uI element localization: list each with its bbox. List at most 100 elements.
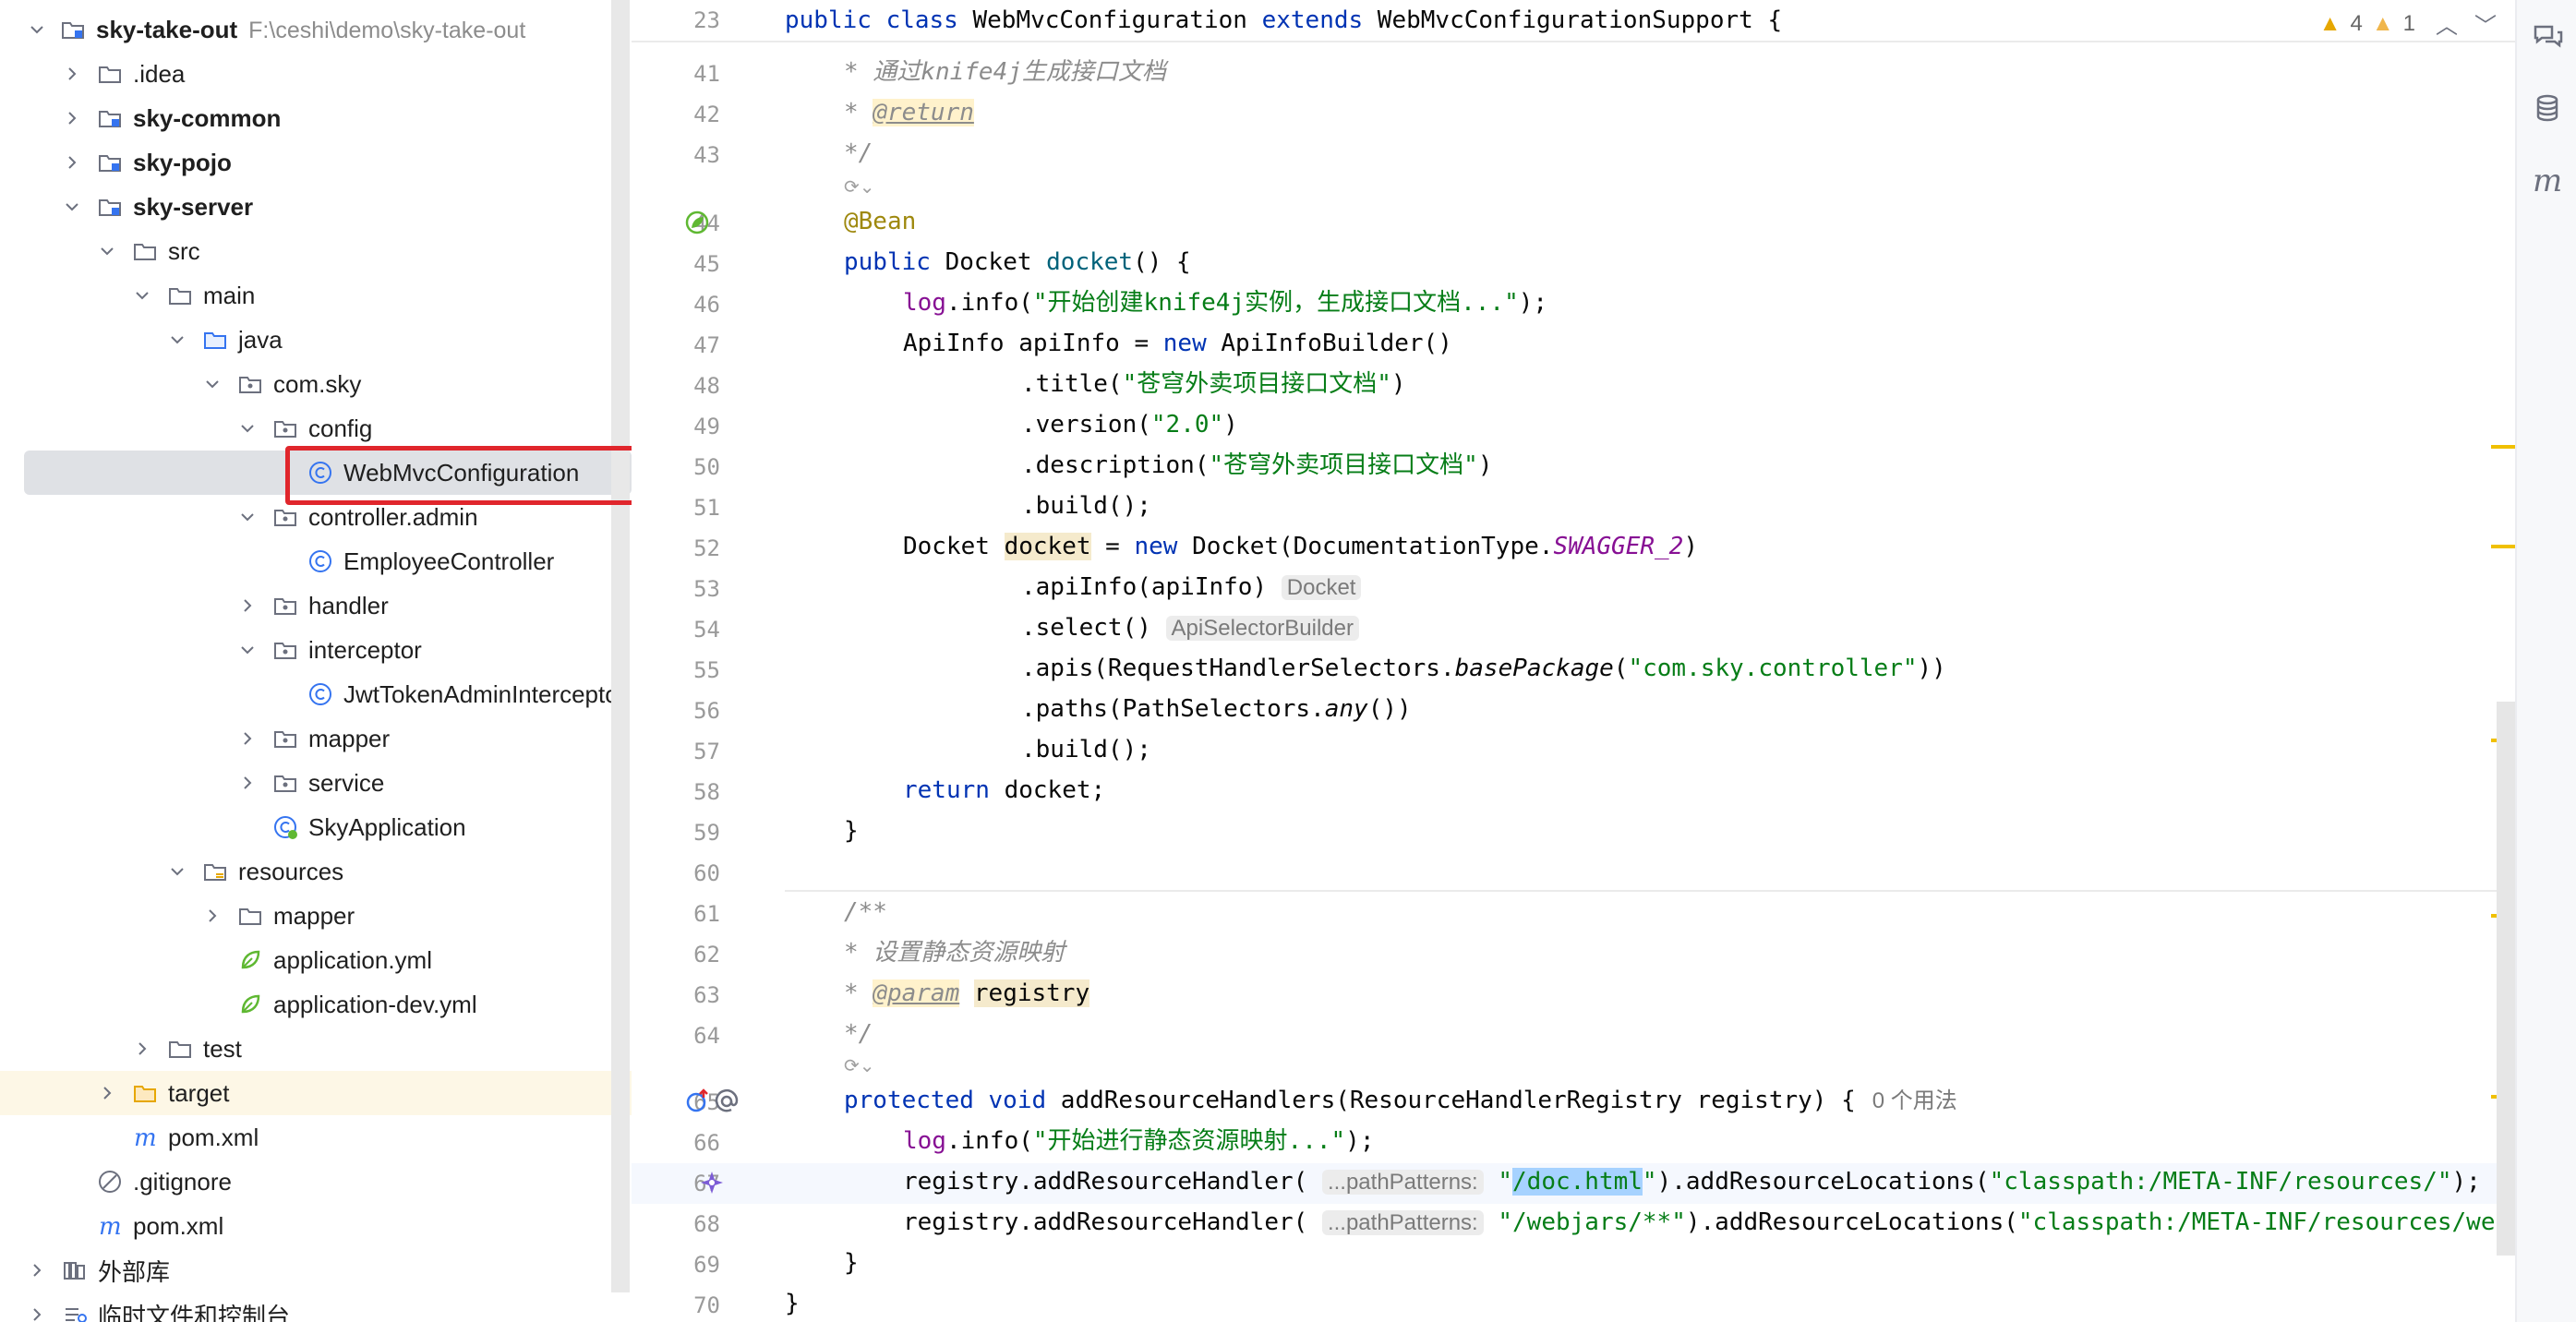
tree-item-java[interactable]: java: [0, 318, 632, 362]
code-line-44[interactable]: @Bean: [844, 201, 916, 242]
tree-item-com-sky[interactable]: com.sky: [0, 362, 632, 406]
tree-item-application-dev-yml[interactable]: application-dev.yml: [0, 982, 632, 1027]
tree-item-service[interactable]: service: [0, 761, 632, 805]
tree-item-test[interactable]: test: [0, 1027, 632, 1071]
code-line-56[interactable]: .paths(PathSelectors.any()): [1021, 689, 1412, 729]
fold-toggle-icon[interactable]: ⟳⌄: [844, 1054, 875, 1077]
chevron-right-icon[interactable]: [96, 1082, 118, 1104]
code-line-42[interactable]: * @return: [844, 92, 974, 133]
code-line-57[interactable]: .build();: [1021, 729, 1151, 770]
code-line-51[interactable]: .build();: [1021, 486, 1151, 526]
chevron-down-icon[interactable]: [236, 639, 259, 661]
code-line-70[interactable]: }: [785, 1283, 800, 1322]
code-line-64[interactable]: */: [844, 1014, 873, 1054]
code-line-58[interactable]: return docket;: [903, 770, 1105, 811]
tree-item-webmvcconfiguration[interactable]: WebMvcConfiguration: [24, 451, 632, 495]
tree-item-root-pom-xml[interactable]: m pom.xml: [0, 1204, 632, 1248]
tree-item-employeecontroller[interactable]: EmployeeController: [0, 539, 632, 583]
code-line-63[interactable]: * @param registry: [844, 973, 1090, 1014]
code-line-50[interactable]: .description("苍穹外卖项目接口文档"): [1021, 445, 1492, 486]
code-line-61[interactable]: /**: [844, 892, 887, 932]
code-line-46[interactable]: log.info("开始创建knife4j实例，生成接口文档...");: [903, 282, 1547, 323]
code-line-41[interactable]: * 通过knife4j生成接口文档: [844, 52, 1166, 92]
chevron-right-icon[interactable]: [236, 772, 259, 794]
tree-item-sky-common[interactable]: sky-common: [0, 96, 632, 140]
code-line-45[interactable]: public Docket docket() {: [844, 242, 1191, 282]
chevron-right-icon[interactable]: [201, 905, 223, 927]
code-line-55[interactable]: .apis(RequestHandlerSelectors.basePackag…: [1021, 648, 1946, 689]
tree-item-idea[interactable]: .idea: [0, 52, 632, 96]
code-line-54[interactable]: .select() ApiSelectorBuilder: [1021, 607, 1359, 648]
tree-item-handler[interactable]: handler: [0, 583, 632, 628]
tree-item-scratches[interactable]: 临时文件和控制台: [0, 1292, 632, 1322]
tree-item-mapper[interactable]: mapper: [0, 716, 632, 761]
chevron-down-icon[interactable]: [131, 284, 153, 306]
tree-item-target[interactable]: target: [0, 1071, 632, 1115]
fold-toggle-icon[interactable]: ⟳⌄: [844, 175, 875, 198]
chevron-right-icon[interactable]: [236, 727, 259, 750]
tree-item-interceptor[interactable]: interceptor: [0, 628, 632, 672]
code-line-67[interactable]: registry.addResourceHandler( ...pathPatt…: [903, 1161, 2481, 1202]
code-line-48[interactable]: .title("苍穹外卖项目接口文档"): [1021, 364, 1406, 404]
chevron-down-icon[interactable]: [61, 196, 83, 218]
code-line-62[interactable]: * 设置静态资源映射: [844, 932, 1065, 973]
tree-item-controller-admin[interactable]: controller.admin: [0, 495, 632, 539]
chevron-down-icon[interactable]: [166, 860, 188, 883]
maven-icon[interactable]: m: [2530, 162, 2565, 198]
code-line-47[interactable]: ApiInfo apiInfo = new ApiInfoBuilder(): [903, 323, 1452, 364]
tree-item-external-libraries[interactable]: 外部库: [0, 1248, 632, 1292]
chevron-right-icon[interactable]: [236, 595, 259, 617]
inspection-widget[interactable]: ▲ 4 ▲ 1 ︿ ﹀: [2319, 7, 2497, 40]
code-line-59[interactable]: }: [844, 811, 859, 851]
line-number: 61: [693, 901, 720, 927]
chevron-down-icon[interactable]: [236, 506, 259, 528]
override-gutter-icon[interactable]: [683, 1088, 711, 1115]
tree-item-sky-pojo[interactable]: sky-pojo: [0, 140, 632, 185]
chevron-right-icon[interactable]: [26, 1304, 48, 1322]
code-editor[interactable]: 23 public class WebMvcConfiguration exte…: [632, 0, 2515, 1322]
tree-scrollbar[interactable]: [611, 0, 630, 1292]
tree-item-skyapplication[interactable]: SkyApplication: [0, 805, 632, 849]
chevron-down-icon[interactable]: [26, 18, 48, 41]
line-number: 56: [693, 698, 720, 724]
code-line-65[interactable]: protected void addResourceHandlers(Resou…: [844, 1080, 1957, 1121]
code-line-69[interactable]: }: [844, 1243, 859, 1283]
code-line-52[interactable]: Docket docket = new Docket(Documentation…: [903, 526, 1698, 567]
ai-assistant-gutter-icon[interactable]: [698, 1169, 726, 1196]
sticky-lines-header[interactable]: 23 public class WebMvcConfiguration exte…: [632, 0, 2515, 42]
previous-highlight-icon[interactable]: ︿: [2436, 7, 2458, 40]
error-stripe-mark[interactable]: [2491, 545, 2515, 548]
tree-item-gitignore[interactable]: .gitignore: [0, 1160, 632, 1204]
tree-item-resources[interactable]: resources: [0, 849, 632, 894]
chevron-right-icon[interactable]: [26, 1259, 48, 1281]
code-line-49[interactable]: .version("2.0"): [1021, 404, 1238, 445]
chevron-right-icon[interactable]: [61, 151, 83, 174]
at-annotation-gutter-icon[interactable]: [713, 1088, 740, 1115]
chevron-down-icon[interactable]: [201, 373, 223, 395]
chevron-right-icon[interactable]: [61, 63, 83, 85]
code-line-53[interactable]: .apiInfo(apiInfo) Docket: [1021, 567, 1362, 607]
tree-item-main[interactable]: main: [0, 273, 632, 318]
tree-item-application-yml[interactable]: application.yml: [0, 938, 632, 982]
chevron-down-icon[interactable]: [236, 417, 259, 439]
chevron-down-icon[interactable]: [96, 240, 118, 262]
tree-item-resources-mapper[interactable]: mapper: [0, 894, 632, 938]
chevron-right-icon[interactable]: [61, 107, 83, 129]
tree-item-sky-server[interactable]: sky-server: [0, 185, 632, 229]
ai-chat-icon[interactable]: [2530, 18, 2565, 54]
tree-item-jwttokenadmininterceptor[interactable]: JwtTokenAdminInterceptor: [0, 672, 632, 716]
error-stripe-mark[interactable]: [2491, 445, 2515, 449]
tree-root-sky-take-out[interactable]: sky-take-out F:\ceshi\demo\sky-take-out: [0, 7, 632, 52]
chevron-down-icon[interactable]: [166, 329, 188, 351]
code-line-68[interactable]: registry.addResourceHandler( ...pathPatt…: [903, 1202, 2495, 1243]
code-line-66[interactable]: log.info("开始进行静态资源映射...");: [903, 1121, 1374, 1161]
tree-item-config[interactable]: config: [0, 406, 632, 451]
editor-scrollbar[interactable]: [2497, 702, 2515, 1256]
code-line-43[interactable]: */: [844, 133, 873, 174]
chevron-right-icon[interactable]: [131, 1038, 153, 1060]
tree-item-src[interactable]: src: [0, 229, 632, 273]
spring-bean-gutter-icon[interactable]: [683, 209, 711, 236]
tree-item-server-pom-xml[interactable]: m pom.xml: [0, 1115, 632, 1160]
database-icon[interactable]: [2530, 90, 2565, 126]
next-highlight-icon[interactable]: ﹀: [2474, 7, 2497, 40]
